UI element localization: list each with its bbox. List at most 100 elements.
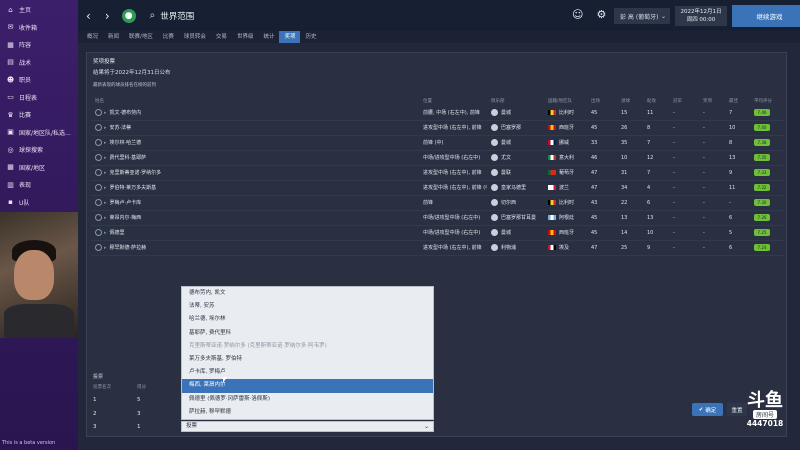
club-name[interactable]: 曼联 xyxy=(501,170,511,176)
tab[interactable]: 历史 xyxy=(300,31,321,43)
column-header[interactable]: 位置 xyxy=(423,97,432,106)
nation-name[interactable]: 阿根廷 xyxy=(559,215,574,221)
dropdown-option[interactable]: 法蒂, 安苏 xyxy=(182,300,433,313)
manager-selector[interactable]: 彭 高 (葡萄牙) ⌄ xyxy=(614,8,670,24)
club-name[interactable]: 切尔西 xyxy=(501,200,516,206)
sidebar-item[interactable]: ⌂ 主页 xyxy=(0,1,78,19)
club-name[interactable]: 巴塞罗那 xyxy=(501,125,521,131)
table-row[interactable]: ▸ 费代里科·基耶萨 中场/进攻型中场 (右左中) 尤文 意大利 46 10 12 - - 13 7.… xyxy=(91,151,784,166)
column-header[interactable]: 助攻 xyxy=(647,97,656,106)
radio-icon[interactable] xyxy=(95,169,102,176)
player-name[interactable]: 安苏·法蒂 xyxy=(110,125,132,131)
nation-name[interactable]: 挪威 xyxy=(559,140,569,146)
confirm-button[interactable]: ✔ 确定 xyxy=(692,403,723,416)
nation-name[interactable]: 意大利 xyxy=(559,155,574,161)
table-row[interactable]: ▸ 埃尔林·哈兰德 前锋 (中) 曼城 挪威 33 35 7 - - 8 7.38 xyxy=(91,136,784,151)
table-row[interactable]: ▸ 罗梅卢·卢卡库 前锋 切尔西 比利时 43 22 6 - - - 7.30 xyxy=(91,196,784,211)
sidebar-item[interactable]: ▤ 战术 xyxy=(0,54,78,72)
nation-name[interactable]: 比利时 xyxy=(559,110,574,116)
club-name[interactable]: 曼城 xyxy=(501,230,511,236)
nation-name[interactable]: 西班牙 xyxy=(559,125,574,131)
vote-select-3[interactable]: 投票 ⌄ xyxy=(181,421,434,432)
table-row[interactable]: ▸ 克里斯蒂亚诺·罗纳尔多 进攻型中场 (右左中), 前锋 曼联 葡萄牙 47 31 7 - - 9… xyxy=(91,166,784,181)
player-name[interactable]: 罗梅卢·卢卡库 xyxy=(110,200,142,206)
nation-name[interactable]: 葡萄牙 xyxy=(559,170,574,176)
nation-name[interactable]: 比利时 xyxy=(559,200,574,206)
vote-dropdown-list[interactable]: 德布劳内, 凯文 法蒂, 安苏 哈兰德, 埃尔林 基耶萨, 费代里科 克里斯蒂亚诺·罗纳… xyxy=(181,286,434,420)
tab[interactable]: 奖项 xyxy=(279,31,301,43)
globe-icon[interactable]: ● xyxy=(121,8,136,23)
radio-icon[interactable] xyxy=(95,139,102,146)
column-header[interactable]: 俱乐部 xyxy=(491,97,505,106)
column-header[interactable]: 平均评分 xyxy=(754,97,772,106)
column-header[interactable]: 国籍/地区队 xyxy=(548,97,572,106)
person-icon[interactable]: ☺ xyxy=(572,8,583,21)
table-row[interactable]: ▸ 穆罕默德·萨拉赫 进攻型中场 (右左中), 前锋 利物浦 埃及 47 25 9 - - 6 7.2… xyxy=(91,241,784,256)
column-header[interactable]: 姓名 xyxy=(95,97,104,106)
radio-icon[interactable] xyxy=(95,154,102,161)
dropdown-option[interactable]: 梅西, 莱昂内尔 xyxy=(182,379,433,393)
dropdown-option[interactable]: 萨拉赫, 穆罕默德 xyxy=(182,406,433,419)
club-name[interactable]: 巴塞罗那甘耳曼 xyxy=(501,215,536,221)
club-name[interactable]: 曼城 xyxy=(501,110,511,116)
tab[interactable]: 新闻 xyxy=(103,31,124,43)
dropdown-option[interactable]: 德布劳内, 凯文 xyxy=(182,287,433,300)
tab[interactable]: 交易 xyxy=(211,31,232,43)
column-header[interactable]: 奖项 xyxy=(703,97,712,106)
nation-name[interactable]: 波兰 xyxy=(559,185,569,191)
radio-icon[interactable] xyxy=(95,229,102,236)
sidebar-item[interactable]: ☻ 职员 xyxy=(0,71,78,89)
tab[interactable]: 统计 xyxy=(258,31,279,43)
forward-button[interactable]: › xyxy=(105,9,110,23)
tab[interactable]: 联赛/地区 xyxy=(124,31,158,43)
sidebar-item[interactable]: ▦ 国家/地区 xyxy=(0,159,78,177)
radio-icon[interactable] xyxy=(95,214,102,221)
sidebar-item[interactable]: ✉ 收件箱 xyxy=(0,19,78,37)
dropdown-option[interactable]: 莱万多夫斯基, 罗伯特 xyxy=(182,353,433,366)
radio-icon[interactable] xyxy=(95,244,102,251)
club-name[interactable]: 曼城 xyxy=(501,140,511,146)
table-row[interactable]: ▸ 莱昂内尔·梅西 中场/进攻型中场 (右左中) 巴塞罗那甘耳曼 阿根廷 45 13 13 - -… xyxy=(91,211,784,226)
radio-icon[interactable] xyxy=(95,124,102,131)
player-name[interactable]: 费代里科·基耶萨 xyxy=(110,155,147,161)
tab[interactable]: 球员转会 xyxy=(179,31,211,43)
sidebar-item[interactable]: ♛ 比赛 xyxy=(0,106,78,124)
tab[interactable]: 世界级 xyxy=(232,31,259,43)
column-header[interactable]: 进球 xyxy=(621,97,630,106)
radio-icon[interactable] xyxy=(95,109,102,116)
sidebar-item[interactable]: ▭ 日程表 xyxy=(0,89,78,107)
search-icon[interactable]: ⌕ xyxy=(150,10,156,21)
club-name[interactable]: 尤文 xyxy=(501,155,511,161)
sidebar-item[interactable]: ◎ 球探搜索 xyxy=(0,141,78,159)
back-button[interactable]: ‹ xyxy=(86,9,91,23)
gear-icon[interactable]: ⚙ xyxy=(596,8,606,21)
nation-name[interactable]: 埃及 xyxy=(559,245,569,251)
sidebar-item[interactable]: ▪ U队 xyxy=(0,194,78,212)
tab[interactable]: 概况 xyxy=(82,31,103,43)
column-header[interactable]: 出场 xyxy=(591,97,600,106)
table-row[interactable]: ▸ 安苏·法蒂 进攻型中场 (右左中), 前锋 巴塞罗那 西班牙 45 26 8 - - 10 7.4… xyxy=(91,121,784,136)
dropdown-option[interactable]: 基耶萨, 费代里科 xyxy=(182,327,433,340)
table-row[interactable]: ▸ 凯文·德布劳内 前腰, 中场 (右左中), 前锋 曼城 比利时 45 15 11 - - 7 7.… xyxy=(91,106,784,121)
player-name[interactable]: 莱昂内尔·梅西 xyxy=(110,215,142,221)
tab[interactable]: 比赛 xyxy=(158,31,179,43)
player-name[interactable]: 穆罕默德·萨拉赫 xyxy=(110,245,147,251)
table-row[interactable]: ▸ 罗伯特·莱万多夫斯基 进攻型中场 (右左中), 前锋 (中) 皇家马德里 波兰 47 3… xyxy=(91,181,784,196)
sidebar-item[interactable]: ▥ 表现 xyxy=(0,176,78,194)
continue-button[interactable]: 继续游戏 xyxy=(732,5,800,27)
dropdown-option[interactable]: 卢卡库, 罗梅卢 xyxy=(182,366,433,379)
club-name[interactable]: 皇家马德里 xyxy=(501,185,526,191)
sidebar-item[interactable]: ▦ 阵容 xyxy=(0,36,78,54)
nation-name[interactable]: 西班牙 xyxy=(559,230,574,236)
player-name[interactable]: 凯文·德布劳内 xyxy=(110,110,142,116)
player-name[interactable]: 罗伯特·莱万多夫斯基 xyxy=(110,185,157,191)
club-name[interactable]: 利物浦 xyxy=(501,245,516,251)
column-header[interactable]: 冠军 xyxy=(673,97,682,106)
radio-icon[interactable] xyxy=(95,184,102,191)
player-name[interactable]: 佩德里 xyxy=(110,230,125,236)
date-display[interactable]: 2022年12月1日 周四 00:00 xyxy=(675,6,727,26)
table-row[interactable]: ▸ 佩德里 中场/进攻型中场 (右左中) 曼城 西班牙 45 14 10 - - 5 7.25 xyxy=(91,226,784,241)
column-header[interactable]: 最佳 xyxy=(729,97,738,106)
sidebar-item[interactable]: ▣ 国家/地区队/私选... xyxy=(0,124,78,142)
dropdown-option[interactable]: 哈兰德, 埃尔林 xyxy=(182,313,433,326)
